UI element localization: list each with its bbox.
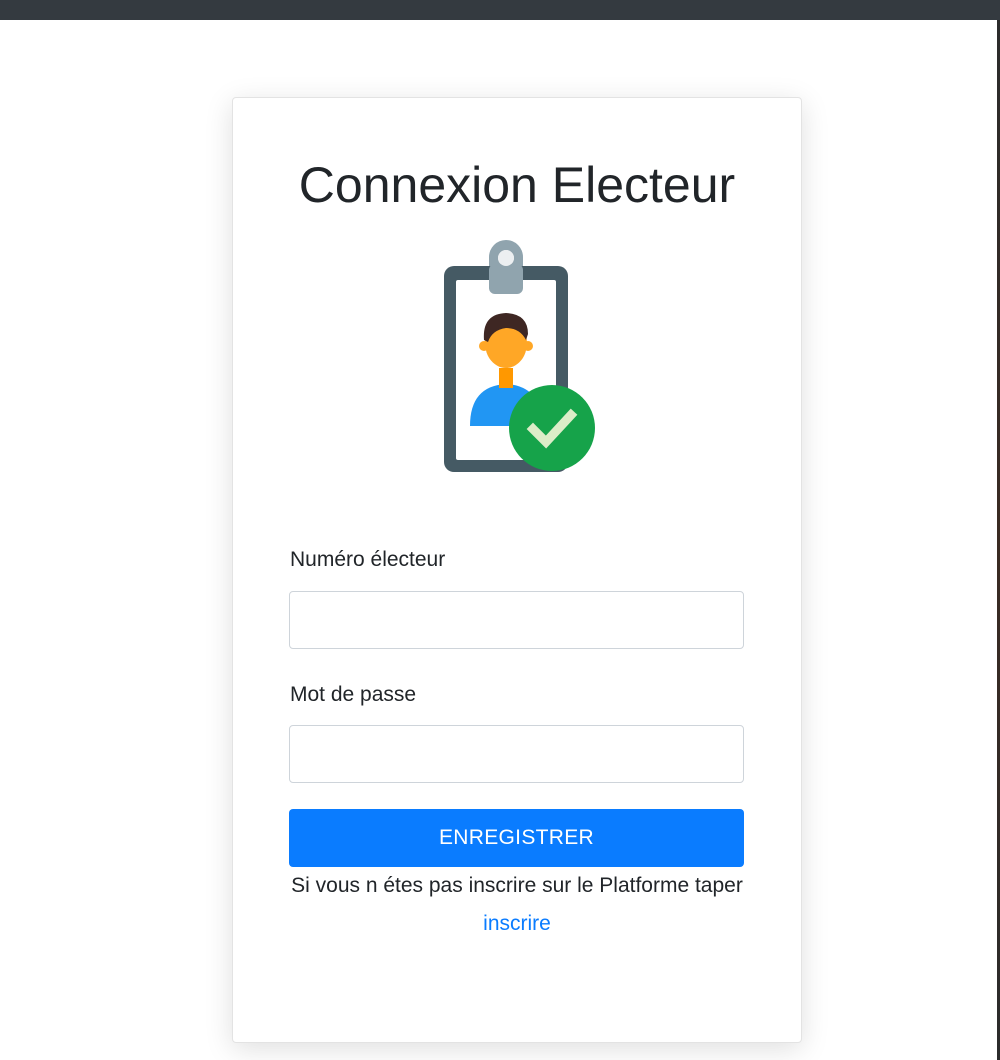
register-note: Si vous n étes pas inscrire sur le Platf…: [291, 874, 743, 897]
voter-number-input[interactable]: [289, 591, 744, 649]
page-title: Connexion Electeur: [298, 157, 736, 213]
password-input[interactable]: [289, 725, 744, 783]
top-navbar: [0, 0, 1000, 20]
submit-button[interactable]: ENREGISTRER: [289, 809, 744, 867]
password-label: Mot de passe: [290, 683, 417, 706]
register-link[interactable]: inscrire: [483, 912, 551, 935]
voter-number-label: Numéro électeur: [290, 548, 446, 571]
checkmark-icon: [509, 385, 595, 471]
register-link-row: inscrire: [232, 912, 802, 936]
